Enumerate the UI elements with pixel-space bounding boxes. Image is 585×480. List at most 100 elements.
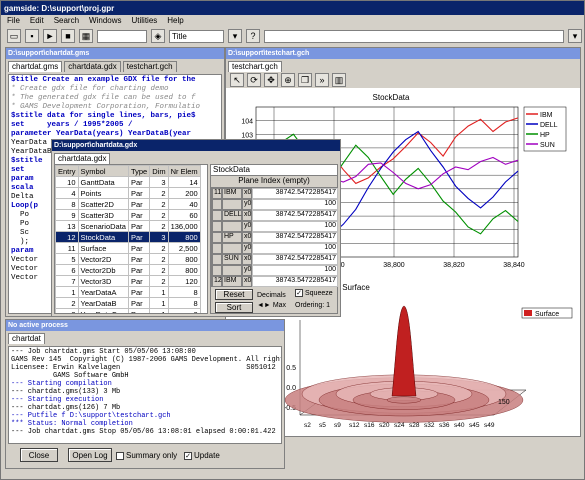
table-cell: Surface [77,242,129,254]
process-log[interactable]: --- Job chartdat.gms Start 05/05/06 13:0… [8,346,282,444]
table-cell: 120 [167,275,201,287]
zoom-icon[interactable]: ⊕ [281,73,295,87]
table-row[interactable]: 4 Points Par 2 200 [55,187,201,199]
file-combo[interactable] [97,29,147,43]
update-checkbox[interactable]: ✓ Update [184,451,220,460]
viewer-cell: SUN [222,254,242,265]
table-row[interactable]: 5 Vector2D Par 2 800 [55,253,201,265]
tab-chartdat-gms[interactable]: chartdat.gms [8,61,63,72]
menu-edit[interactable]: Edit [30,16,44,26]
code-line: set years / 1995*2005 / [11,121,133,129]
table-cell: Par [127,231,151,243]
sort-button[interactable]: Sort [215,302,253,313]
table-row[interactable]: 6 Vector2Db Par 2 800 [55,264,201,276]
legend-label: DELL [540,122,558,129]
surface-x-tick: s49 [484,422,495,429]
surface-x-tick: s36 [439,422,450,429]
viewer-cell: 100 [252,221,338,232]
table-row[interactable]: 3 YearDataC Par 1 8 [55,308,201,313]
viewer-cell [212,210,222,221]
search-chevron-icon[interactable]: ▾ [568,29,582,43]
chart-type-icon[interactable]: ▥ [332,73,346,87]
stop-icon[interactable]: ■ [61,29,75,43]
tab-testchart[interactable]: testchart.gch [228,61,282,72]
viewer-cell [212,199,222,210]
squeeze-label: Squeeze [305,289,333,297]
table-cell: 11 [55,242,79,254]
menu-windows[interactable]: Windows [89,16,121,26]
table-cell: 1 [149,308,169,313]
table-cell: 2 [149,220,169,232]
table-cell: 2 [149,209,169,221]
table-row[interactable]: 2 YearDataB Par 1 8 [55,297,201,309]
decimals-spinner[interactable]: ◄► Max [257,302,286,309]
tab-chartdat-log[interactable]: chartdat [8,333,45,344]
table-row[interactable]: 7 Vector3D Par 2 120 [55,275,201,287]
viewer-grid[interactable]: 11 IBM x0 38742.5472285417 y0 100 DELL x0 38742.… [211,187,338,287]
tab-testchart-gch[interactable]: testchart.gch [122,61,177,72]
surface-x-tick: s16 [364,422,375,429]
code-line: $stitle data for single lines, bars, pie… [11,112,196,120]
save-icon[interactable]: ▪ [25,29,39,43]
run-icon[interactable]: ► [43,29,57,43]
model-icon[interactable]: ◈ [151,29,165,43]
tab-chartdata-gdx[interactable]: chartdata.gdx [64,61,121,72]
search-combo[interactable] [264,29,564,43]
x-tick-label: 38,800 [383,262,405,269]
viewer-cell: y0 [242,221,252,232]
table-row[interactable]: 1 YearDataA Par 1 8 [55,286,201,298]
title-combo[interactable]: Title [169,29,224,43]
pan-icon[interactable]: ✥ [264,73,278,87]
summary-only-checkbox[interactable]: Summary only [116,451,177,460]
menu-search[interactable]: Search [54,16,79,26]
dropdown-chevron-icon[interactable]: ▾ [228,29,242,43]
app-titlebar[interactable]: gamside: D:\support\proj.gpr [1,1,584,15]
table-cell: 40 [167,198,201,210]
table-cell: 13 [55,220,79,232]
process-titlebar[interactable]: No active process [6,320,284,331]
reset-button[interactable]: Reset [215,289,253,300]
table-row[interactable]: 9 Scatter3D Par 2 60 [55,209,201,221]
squeeze-checkbox[interactable]: ✓ Squeeze [295,289,333,297]
col-type[interactable]: Type [127,165,151,177]
viewer-cell: IBM [222,276,242,287]
col-entry[interactable]: Entry [55,165,79,177]
viewer-cell [212,265,222,276]
surface-depth-label: 150 [498,399,510,406]
viewer-cell [212,243,222,254]
menu-utilities[interactable]: Utilities [132,16,158,26]
table-cell: YearDataB [77,297,129,309]
chart-titlebar[interactable]: D:\support\testchart.gch [226,48,580,59]
menu-file[interactable]: File [7,16,20,26]
viewer-cell: 38742.5472285417 [252,232,338,243]
table-cell: 2 [149,242,169,254]
gdx-titlebar[interactable]: D:\support\chartdata.gdx [52,140,340,151]
table-row[interactable]: 11 Surface Par 2 2,500 [55,242,201,254]
close-button[interactable]: Close [20,448,58,462]
table-row[interactable]: 8 Scatter2D Par 2 40 [55,198,201,210]
tab-gdx[interactable]: chartdata.gdx [54,153,111,164]
table-row[interactable]: 13 ScenarioData Par 2 136,000 [55,220,201,232]
col-nrelem[interactable]: Nr Elem [167,165,201,177]
table-cell: YearDataC [77,308,129,313]
menu-help[interactable]: Help [167,16,183,26]
surface-x-tick: s5 [319,422,326,429]
editor-titlebar[interactable]: D:\support\chartdat.gms [6,48,224,59]
open-folder-icon[interactable]: ▭ [7,29,21,43]
table-cell: 800 [167,264,201,276]
3d-icon[interactable]: » [315,73,329,87]
col-symbol[interactable]: Symbol [77,165,129,177]
gdx-icon[interactable]: ▦ [79,29,93,43]
pointer-icon[interactable]: ↖ [230,73,244,87]
table-cell: 60 [167,209,201,221]
table-row[interactable]: 12 StockData Par 3 800 [55,231,201,243]
copy-icon[interactable]: ❐ [298,73,312,87]
code-line: parameter YearData(years) YearDataB(year [11,130,192,138]
table-cell: 800 [167,231,201,243]
viewer-cell: 38742.5472285417 [252,210,338,221]
rotate-icon[interactable]: ⟳ [247,73,261,87]
help-icon[interactable]: ? [246,29,260,43]
table-row[interactable]: 10 GanttData Par 3 14 [55,176,201,188]
open-log-button[interactable]: Open Log [68,448,112,462]
col-dim[interactable]: Dim [149,165,169,177]
